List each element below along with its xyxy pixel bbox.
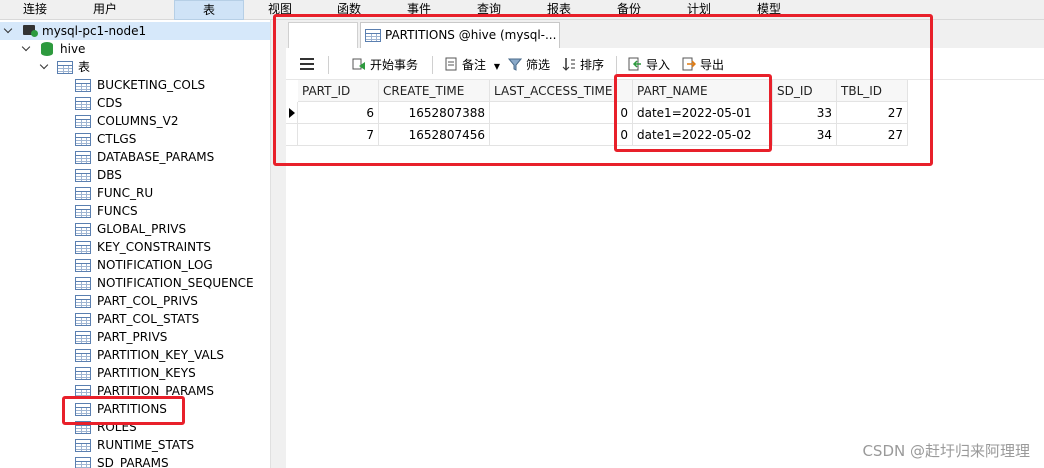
- tables-node-label: 表: [78, 60, 91, 74]
- annotation-box-partitions-item: [62, 396, 185, 425]
- tree-tables-node[interactable]: 表: [0, 58, 270, 76]
- annotation-box-part-name: [614, 74, 772, 152]
- tree-table-label: PARTITION_KEYS: [97, 366, 196, 380]
- tree-table-item[interactable]: GLOBAL_PRIVS: [0, 220, 270, 238]
- table-icon: [75, 223, 91, 236]
- tree-table-label: GLOBAL_PRIVS: [97, 222, 187, 236]
- tree-table-label: DBS: [97, 168, 122, 182]
- table-icon: [75, 79, 91, 92]
- connection-icon: [22, 24, 38, 38]
- tree-table-item[interactable]: RUNTIME_STATS: [0, 436, 270, 454]
- tree-table-item[interactable]: PARTITION_KEY_VALS: [0, 346, 270, 364]
- tree-table-item[interactable]: NOTIFICATION_SEQUENCE: [0, 274, 270, 292]
- table-icon: [75, 205, 91, 218]
- table-icon: [75, 259, 91, 272]
- tree-table-label: BUCKETING_COLS: [97, 78, 206, 92]
- tree-table-label: COLUMNS_V2: [97, 114, 179, 128]
- table-icon: [75, 277, 91, 290]
- tree-table-label: NOTIFICATION_LOG: [97, 258, 213, 272]
- tree-table-item[interactable]: FUNC_RU: [0, 184, 270, 202]
- tree-connection[interactable]: mysql-pc1-node1: [0, 22, 270, 40]
- tree-table-label: PART_COL_PRIVS: [97, 294, 198, 308]
- tree-table-label: RUNTIME_STATS: [97, 438, 195, 452]
- table-icon: [75, 241, 91, 254]
- table-icon: [75, 295, 91, 308]
- tree-database-hive[interactable]: hive: [0, 40, 270, 58]
- database-icon: [41, 42, 53, 56]
- table-icon: [75, 115, 91, 128]
- menu-table[interactable]: 表: [174, 0, 244, 20]
- table-icon: [75, 97, 91, 110]
- tree-table-item[interactable]: PART_PRIVS: [0, 328, 270, 346]
- tree-table-item[interactable]: SD_PARAMS: [0, 454, 270, 468]
- tree-table-label: NOTIFICATION_SEQUENCE: [97, 276, 254, 290]
- tree-table-item[interactable]: BUCKETING_COLS: [0, 76, 270, 94]
- connection-label: mysql-pc1-node1: [42, 24, 147, 38]
- menu-user[interactable]: 用户: [80, 0, 130, 20]
- tree-table-label: DATABASE_PARAMS: [97, 150, 215, 164]
- table-icon: [75, 133, 91, 146]
- watermark: CSDN @赶圩归来阿理理: [862, 442, 1030, 460]
- chevron-down-icon[interactable]: [4, 26, 14, 36]
- annotation-box-table-view: [273, 14, 933, 166]
- table-icon: [75, 187, 91, 200]
- tree-table-label: FUNCS: [97, 204, 138, 218]
- tree-table-item[interactable]: PART_COL_PRIVS: [0, 292, 270, 310]
- chevron-down-icon[interactable]: [40, 62, 50, 72]
- tree-table-label: CDS: [97, 96, 123, 110]
- tree-table-label: PARTITION_KEY_VALS: [97, 348, 225, 362]
- database-label: hive: [60, 42, 86, 56]
- tree-table-item[interactable]: KEY_CONSTRAINTS: [0, 238, 270, 256]
- table-icon: [75, 151, 91, 164]
- table-icon: [57, 61, 73, 74]
- table-icon: [75, 313, 91, 326]
- table-icon: [75, 349, 91, 362]
- tree-table-item[interactable]: DBS: [0, 166, 270, 184]
- table-icon: [75, 457, 91, 468]
- tree-table-item[interactable]: COLUMNS_V2: [0, 112, 270, 130]
- tree-table-label: PART_PRIVS: [97, 330, 168, 344]
- table-icon: [75, 439, 91, 452]
- tree-table-item[interactable]: NOTIFICATION_LOG: [0, 256, 270, 274]
- table-icon: [75, 331, 91, 344]
- tree-table-label: SD_PARAMS: [97, 456, 169, 468]
- tree-table-item[interactable]: FUNCS: [0, 202, 270, 220]
- tree-table-item[interactable]: PARTITION_KEYS: [0, 364, 270, 382]
- tree-table-item[interactable]: CDS: [0, 94, 270, 112]
- tree-table-label: CTLGS: [97, 132, 137, 146]
- tree-table-item[interactable]: PART_COL_STATS: [0, 310, 270, 328]
- tree-table-item[interactable]: CTLGS: [0, 130, 270, 148]
- tree-table-label: KEY_CONSTRAINTS: [97, 240, 212, 254]
- table-icon: [75, 367, 91, 380]
- table-icon: [75, 169, 91, 182]
- tree-table-item[interactable]: DATABASE_PARAMS: [0, 148, 270, 166]
- tree-table-label: PART_COL_STATS: [97, 312, 200, 326]
- menu-connection[interactable]: 连接: [10, 0, 60, 20]
- tree-table-label: FUNC_RU: [97, 186, 154, 200]
- chevron-down-icon[interactable]: [22, 44, 32, 54]
